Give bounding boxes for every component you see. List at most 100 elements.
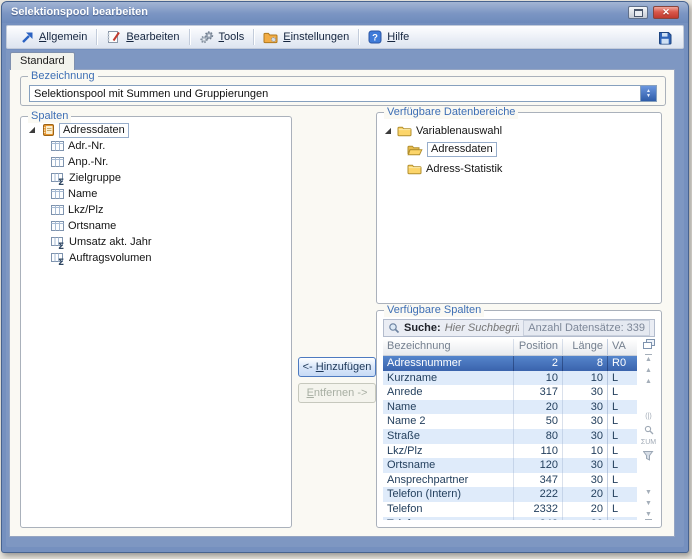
table-row[interactable]: Ansprechpartner 347 30 L [383, 472, 637, 488]
column-header-bezeichnung[interactable]: Bezeichnung [383, 339, 513, 355]
tree-item[interactable]: Σ Umsatz akt. Jahr [27, 234, 287, 250]
groupbox-legend: Bezeichnung [28, 70, 98, 83]
svg-text:Σ: Σ [58, 242, 64, 249]
menu-allgemein[interactable]: Allgemein [13, 28, 94, 46]
scroll-bottom-icon[interactable]: ▼ [645, 511, 652, 520]
search-label: Suche: [404, 322, 441, 334]
combobox-spinner-button[interactable]: ▲ ▼ [640, 86, 656, 101]
tree-node-label: Variablenauswahl [416, 124, 503, 137]
tree-item[interactable]: Lkz/Plz [27, 202, 287, 218]
groupbox-legend: Verfügbare Datenbereiche [384, 106, 519, 119]
sum-column-icon: Σ [51, 172, 65, 185]
toolbar-separator [188, 29, 190, 45]
arrow-up-right-icon [20, 30, 34, 44]
content-area: Standard Bezeichnung Selektionspool mit … [6, 50, 684, 547]
scroll-top-icon[interactable]: ▲ [645, 354, 652, 363]
column-header-laenge[interactable]: Länge [562, 339, 607, 355]
tree-expander-icon[interactable]: ◢ [383, 126, 393, 136]
scroll-up-icon[interactable]: ▲ [645, 367, 652, 374]
restore-icon [633, 8, 643, 17]
filter-icon[interactable] [643, 451, 654, 461]
groupbox-bezeichnung: Bezeichnung Selektionspool mit Summen un… [20, 70, 666, 106]
save-icon [657, 30, 673, 45]
tree-root-variablenauswahl[interactable]: ◢ Variablenauswahl [383, 121, 657, 140]
page-down-icon[interactable]: ▼ [645, 489, 652, 496]
tree-root-adressdaten[interactable]: ◢ Adressdaten [27, 122, 287, 138]
arrow-right-text: -> [354, 387, 368, 399]
menu-label: Einstellungen [283, 31, 350, 43]
tree-item-label: Lkz/Plz [68, 204, 104, 216]
tree-node-label: Adressdaten [59, 122, 129, 138]
restore-button[interactable] [628, 6, 648, 19]
folder-open-icon [407, 144, 423, 156]
menu-einstellungen[interactable]: Einstellungen [256, 29, 356, 46]
table-row[interactable]: Name 20 30 L [383, 399, 637, 415]
sum-column-icon: Σ [51, 236, 65, 249]
window: Selektionspool bearbeiten ✕ Allgemein Be… [1, 1, 689, 553]
table-row[interactable]: Telefon (Intern) 222 20 L [383, 487, 637, 502]
row-search-icon[interactable] [644, 425, 654, 435]
table-row[interactable]: Telefax 242 20 L [383, 516, 637, 520]
groupbox-legend: Verfügbare Spalten [384, 304, 485, 317]
tree-expander-icon[interactable]: ◢ [27, 125, 37, 135]
spalten-tree: ◢ Adressdaten Adr.-Nr. Anp.-Nr. Σ Zielgr… [27, 122, 287, 266]
page-up-icon[interactable]: ▲ [645, 378, 652, 385]
column-header-va[interactable]: VA [607, 339, 637, 355]
tree-item-adress-statistik[interactable]: Adress-Statistik [383, 159, 657, 178]
column-chooser-icon[interactable] [642, 339, 655, 350]
menu-bearbeiten[interactable]: Bearbeiten [99, 28, 186, 46]
search-bar: Suche: Anzahl Datensätze: 339 [383, 319, 655, 337]
tree-item[interactable]: Σ Auftragsvolumen [27, 250, 287, 266]
tree-node-label: Adress-Statistik [426, 162, 503, 175]
save-button[interactable] [653, 28, 677, 47]
tree-item-label: Name [68, 188, 98, 200]
tree-item-label: Anp.-Nr. [68, 156, 109, 168]
table-row[interactable]: Anrede 317 30 L [383, 385, 637, 400]
tree-item[interactable]: Anp.-Nr. [27, 154, 287, 170]
bezeichnung-combobox[interactable]: Selektionspool mit Summen und Gruppierun… [29, 85, 657, 102]
notebook-pen-icon [106, 30, 121, 44]
table-row[interactable]: Lkz/Plz 110 10 L [383, 443, 637, 459]
help-icon: ? [368, 30, 382, 44]
table-header: Bezeichnung Position Länge VA [383, 339, 637, 356]
menu-label: Tools [218, 31, 245, 43]
search-input[interactable] [444, 322, 520, 334]
tab-page: Bezeichnung Selektionspool mit Summen un… [9, 69, 675, 537]
toolbar-separator [358, 29, 360, 45]
toolbar: Allgemein Bearbeiten Tools Einstellungen [6, 25, 684, 49]
table-row[interactable]: Kurzname 10 10 L [383, 370, 637, 386]
table-row-selected[interactable]: Adressnummer 2 8 R0 [383, 356, 637, 371]
groupbox-spalten: Spalten ◢ Adressdaten Adr.-Nr. Anp.-Nr. … [20, 110, 292, 528]
tree-item-label: Umsatz akt. Jahr [69, 236, 152, 248]
chevron-down-icon: ▼ [646, 92, 651, 99]
tree-item[interactable]: Name [27, 186, 287, 202]
menu-tools[interactable]: Tools [192, 28, 252, 46]
tree-item-label: Adr.-Nr. [68, 140, 106, 152]
search-icon [388, 322, 400, 334]
menu-hilfe[interactable]: ? Hilfe [361, 28, 416, 46]
tree-item-adressdaten[interactable]: Adressdaten [383, 140, 657, 159]
tree-item[interactable]: Ortsname [27, 218, 287, 234]
tree-item[interactable]: Adr.-Nr. [27, 138, 287, 154]
table-row[interactable]: Name 2 50 30 L [383, 414, 637, 429]
columns-table: Bezeichnung Position Länge VA Adressnumm… [383, 339, 637, 520]
menu-label: Bearbeiten [126, 31, 180, 43]
toolbar-separator [253, 29, 255, 45]
column-header-position[interactable]: Position [513, 339, 562, 355]
table-row[interactable]: Telefon 2332 20 L [383, 501, 637, 517]
table-row[interactable]: Straße 80 30 L [383, 428, 637, 444]
entfernen-button[interactable]: Entfernen -> [298, 383, 376, 403]
tab-standard[interactable]: Standard [10, 52, 75, 70]
hinzufuegen-button[interactable]: <- Hinzufügen [298, 357, 376, 377]
datenbereiche-tree: ◢ Variablenauswahl Adressdaten Adress-St… [383, 121, 657, 178]
tree-item[interactable]: Σ Zielgruppe [27, 170, 287, 186]
groupbox-datenbereiche: Verfügbare Datenbereiche ◢ Variablenausw… [376, 106, 662, 304]
menu-label: Allgemein [39, 31, 88, 43]
edit-row-icon[interactable]: (|) [645, 413, 651, 421]
scroll-down-icon[interactable]: ▼ [645, 500, 652, 507]
summary-icon[interactable]: ΣUM [641, 439, 656, 447]
titlebar: Selektionspool bearbeiten ✕ [2, 2, 688, 23]
close-button[interactable]: ✕ [653, 6, 679, 19]
table-row[interactable]: Ortsname 120 30 L [383, 458, 637, 473]
folder-closed-icon [397, 125, 412, 137]
